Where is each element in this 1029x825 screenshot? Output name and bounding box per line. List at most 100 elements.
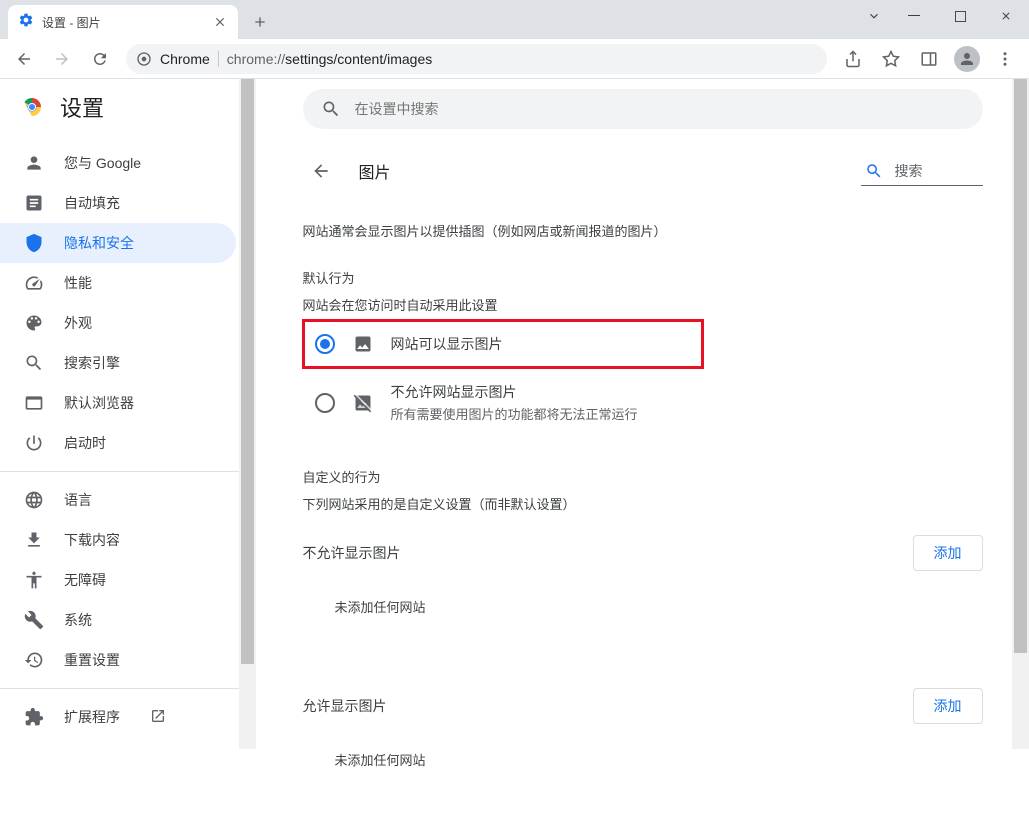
sidebar-item-startup[interactable]: 启动时 [0,423,236,463]
scrollbar-thumb[interactable] [1014,79,1027,653]
sidebar-item-search-engine[interactable]: 搜索引擎 [0,343,236,383]
profile-button[interactable] [951,43,983,75]
side-panel-button[interactable] [913,43,945,75]
tab-search-button[interactable] [857,1,891,31]
share-button[interactable] [837,43,869,75]
globe-icon [24,490,44,510]
maximize-button[interactable] [937,1,983,31]
sidebar-item-default-browser[interactable]: 默认浏览器 [0,383,236,423]
app-title: 设置 [60,91,104,123]
app-header: 设置 [0,79,256,135]
close-window-button[interactable] [983,1,1029,31]
main-panel: 图片 搜索 网站通常会显示图片以提供插图（例如网店或新闻报道的图片） 默认行为 … [256,79,1029,749]
settings-search-input[interactable] [355,101,965,117]
tab-title: 设置 - 图片 [42,14,204,31]
allow-list-title: 允许显示图片 [303,696,387,716]
bookmark-button[interactable] [875,43,907,75]
add-block-button[interactable]: 添加 [913,535,983,571]
sidebar-item-privacy-security[interactable]: 隐私和安全 [0,223,236,263]
sidebar-item-downloads[interactable]: 下载内容 [0,520,236,560]
radio-button[interactable] [315,334,335,354]
open-in-new-icon [150,708,166,727]
sidebar-item-languages[interactable]: 语言 [0,480,236,520]
sidebar-item-label: 系统 [64,610,92,630]
page-back-button[interactable] [303,153,339,189]
sidebar-item-you-and-google[interactable]: 您与 Google [0,143,236,183]
sidebar-item-label: 扩展程序 [64,707,120,727]
scrollbar-thumb[interactable] [241,79,254,664]
new-tab-button[interactable] [246,8,274,36]
sidebar-divider [0,471,256,472]
sidebar-item-label: 性能 [64,273,92,293]
sidebar-item-label: 语言 [64,490,92,510]
settings-search[interactable] [303,89,983,129]
sidebar-item-reset[interactable]: 重置设置 [0,640,236,680]
default-behavior-subtitle: 网站会在您访问时自动采用此设置 [303,295,983,314]
url-text: chrome://settings/content/images [227,51,432,67]
browser-tab[interactable]: 设置 - 图片 [8,5,238,39]
search-icon [865,162,883,180]
autofill-icon [24,193,44,213]
tab-close-button[interactable] [212,14,228,30]
sidebar-item-label: 自动填充 [64,193,120,213]
page-search-label: 搜索 [895,161,923,181]
browser-icon [24,393,44,413]
page-title: 图片 [359,159,391,183]
sidebar-item-label: 默认浏览器 [64,393,134,413]
window-titlebar: 设置 - 图片 [0,0,1029,39]
custom-behavior-title: 自定义的行为 [303,467,983,486]
custom-behavior-section: 自定义的行为 下列网站采用的是自定义设置（而非默认设置） 不允许显示图片 添加 … [303,467,983,785]
sidebar-item-label: 下载内容 [64,530,120,550]
block-list-header: 不允许显示图片 添加 [303,519,983,581]
sidebar-nav: 您与 Google 自动填充 隐私和安全 性能 外观 搜索引擎 默认浏览器 启动… [0,135,256,737]
minimize-button[interactable] [891,1,937,31]
browser-toolbar: Chrome chrome://settings/content/images [0,39,1029,79]
radio-button[interactable] [315,393,335,413]
person-icon [24,153,44,173]
radio-label: 网站可以显示图片 [391,334,503,354]
palette-icon [24,313,44,333]
sidebar-item-appearance[interactable]: 外观 [0,303,236,343]
reload-button[interactable] [84,43,116,75]
window-controls [857,0,1029,32]
sidebar-item-label: 重置设置 [64,650,120,670]
omnibox-divider [218,51,219,67]
sidebar-scrollbar[interactable] [239,79,256,749]
accessibility-icon [24,570,44,590]
back-nav-button[interactable] [8,43,40,75]
sidebar-divider [0,688,256,689]
menu-button[interactable] [989,43,1021,75]
sidebar-item-extensions[interactable]: 扩展程序 [0,697,236,737]
restore-icon [24,650,44,670]
sidebar-item-label: 搜索引擎 [64,353,120,373]
page-intro-text: 网站通常会显示图片以提供插图（例如网店或新闻报道的图片） [303,221,983,240]
chrome-icon [136,51,152,67]
url-chrome-label: Chrome [160,51,210,67]
sidebar-item-label: 启动时 [64,433,106,453]
sidebar-item-accessibility[interactable]: 无障碍 [0,560,236,600]
allow-list-empty: 未添加任何网站 [303,734,983,785]
add-allow-button[interactable]: 添加 [913,688,983,724]
sidebar-item-system[interactable]: 系统 [0,600,236,640]
search-icon [24,353,44,373]
build-icon [24,610,44,630]
extension-icon [24,707,44,727]
sidebar-item-performance[interactable]: 性能 [0,263,236,303]
chrome-logo-icon [20,95,44,119]
page-body: 图片 搜索 网站通常会显示图片以提供插图（例如网店或新闻报道的图片） 默认行为 … [303,149,983,825]
custom-behavior-subtitle: 下列网站采用的是自定义设置（而非默认设置） [303,494,983,513]
address-bar[interactable]: Chrome chrome://settings/content/images [126,44,827,74]
shield-icon [24,233,44,253]
avatar-icon [954,46,980,72]
radio-block-images[interactable]: 不允许网站显示图片 所有需要使用图片的功能都将无法正常运行 [303,368,983,437]
sidebar-item-autofill[interactable]: 自动填充 [0,183,236,223]
radio-sublabel: 所有需要使用图片的功能都将无法正常运行 [391,404,638,423]
radio-allow-images[interactable]: 网站可以显示图片 [303,320,703,368]
main-scrollbar[interactable] [1012,79,1029,749]
page-search-button[interactable]: 搜索 [861,157,983,186]
block-list-empty: 未添加任何网站 [303,581,983,632]
speedometer-icon [24,273,44,293]
default-behavior-title: 默认行为 [303,268,983,287]
image-off-icon [353,393,373,413]
sidebar-item-label: 外观 [64,313,92,333]
